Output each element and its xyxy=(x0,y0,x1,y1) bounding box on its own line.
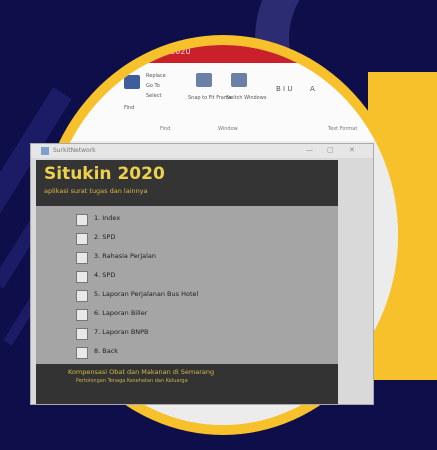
app-subtitle: aplikasi surat tugas dan lainnya xyxy=(44,187,148,195)
menu-item-laporan-bnpb[interactable]: 7. Laporan BNPB xyxy=(76,326,326,340)
menu-button[interactable] xyxy=(76,214,88,226)
maximize-icon[interactable]: ▢ xyxy=(327,146,334,154)
app-title-bar: SurkitNetwork — ▢ ✕ xyxy=(31,144,373,158)
menu-button[interactable] xyxy=(76,347,88,359)
menu-button[interactable] xyxy=(76,290,88,302)
ribbon-select[interactable]: Select xyxy=(146,93,161,99)
minimize-icon[interactable]: — xyxy=(306,146,313,154)
word-title-bar: ... 2020 xyxy=(48,45,398,63)
menu-item-label: 5. Laporan Perjalanan Bus Hotel xyxy=(94,290,199,298)
app-footer: Kompensasi Obat dan Makanan di Semarang … xyxy=(36,364,338,404)
menu-button[interactable] xyxy=(76,252,88,264)
app-icon xyxy=(41,147,49,155)
menu-item-label: 6. Laporan Biller xyxy=(94,309,148,317)
menu-button[interactable] xyxy=(76,233,88,245)
footer-line-1: Kompensasi Obat dan Makanan di Semarang xyxy=(68,368,215,376)
menu-item-back[interactable]: 8. Back xyxy=(76,345,326,359)
close-icon[interactable]: ✕ xyxy=(349,146,355,154)
menu-item-index[interactable]: 1. Index xyxy=(76,212,326,226)
ribbon-group-window: Window xyxy=(218,126,238,132)
ribbon: Replace Go To Select Find Snap to Fit Fr… xyxy=(48,63,398,142)
ribbon-goto[interactable]: Go To xyxy=(146,83,160,89)
menu-item-spd[interactable]: 2. SPD xyxy=(76,231,326,245)
menu-button[interactable] xyxy=(76,309,88,321)
menu-item-spd-2[interactable]: 4. SPD xyxy=(76,269,326,283)
menu-panel: 1. Index 2. SPD 3. Rahasia Perjalan 4. S… xyxy=(36,206,338,364)
menu-button[interactable] xyxy=(76,328,88,340)
word-title: ... 2020 xyxy=(160,47,191,56)
menu-item-label: 1. Index xyxy=(94,214,121,222)
menu-item-rahasia[interactable]: 3. Rahasia Perjalan xyxy=(76,250,326,264)
ribbon-replace[interactable]: Replace xyxy=(146,73,166,79)
ribbon-group-find: Find xyxy=(160,126,171,132)
ribbon-bold-italic[interactable]: B I U xyxy=(276,85,292,93)
menu-item-label: 7. Laporan BNPB xyxy=(94,328,149,336)
app-header: Situkin 2020 aplikasi surat tugas dan la… xyxy=(36,160,338,206)
font-icon[interactable] xyxy=(124,75,140,89)
ribbon-switch[interactable]: Switch Windows xyxy=(226,95,266,101)
menu-item-label: 4. SPD xyxy=(94,271,116,279)
menu-item-label: 8. Back xyxy=(94,347,119,355)
ribbon-font-color[interactable]: A xyxy=(310,85,315,93)
menu-item-laporan-perjalanan[interactable]: 5. Laporan Perjalanan Bus Hotel xyxy=(76,288,326,302)
switch-windows-icon[interactable] xyxy=(231,73,247,87)
menu-item-label: 3. Rahasia Perjalan xyxy=(94,252,157,260)
menu-item-label: 2. SPD xyxy=(94,233,116,241)
ribbon-group-text: Text Format xyxy=(328,126,358,132)
menu-item-laporan-biller[interactable]: 6. Laporan Biller xyxy=(76,307,326,321)
app-window: SurkitNetwork — ▢ ✕ Situkin 2020 aplikas… xyxy=(30,143,374,405)
menu-button[interactable] xyxy=(76,271,88,283)
snap-icon[interactable] xyxy=(196,73,212,87)
app-title: Situkin 2020 xyxy=(44,164,165,184)
app-window-title: SurkitNetwork xyxy=(53,147,96,154)
ribbon-find[interactable]: Find xyxy=(124,105,134,111)
footer-line-2: Pertolongan Tenaga Kesehatan dan Keluarg… xyxy=(76,378,188,384)
